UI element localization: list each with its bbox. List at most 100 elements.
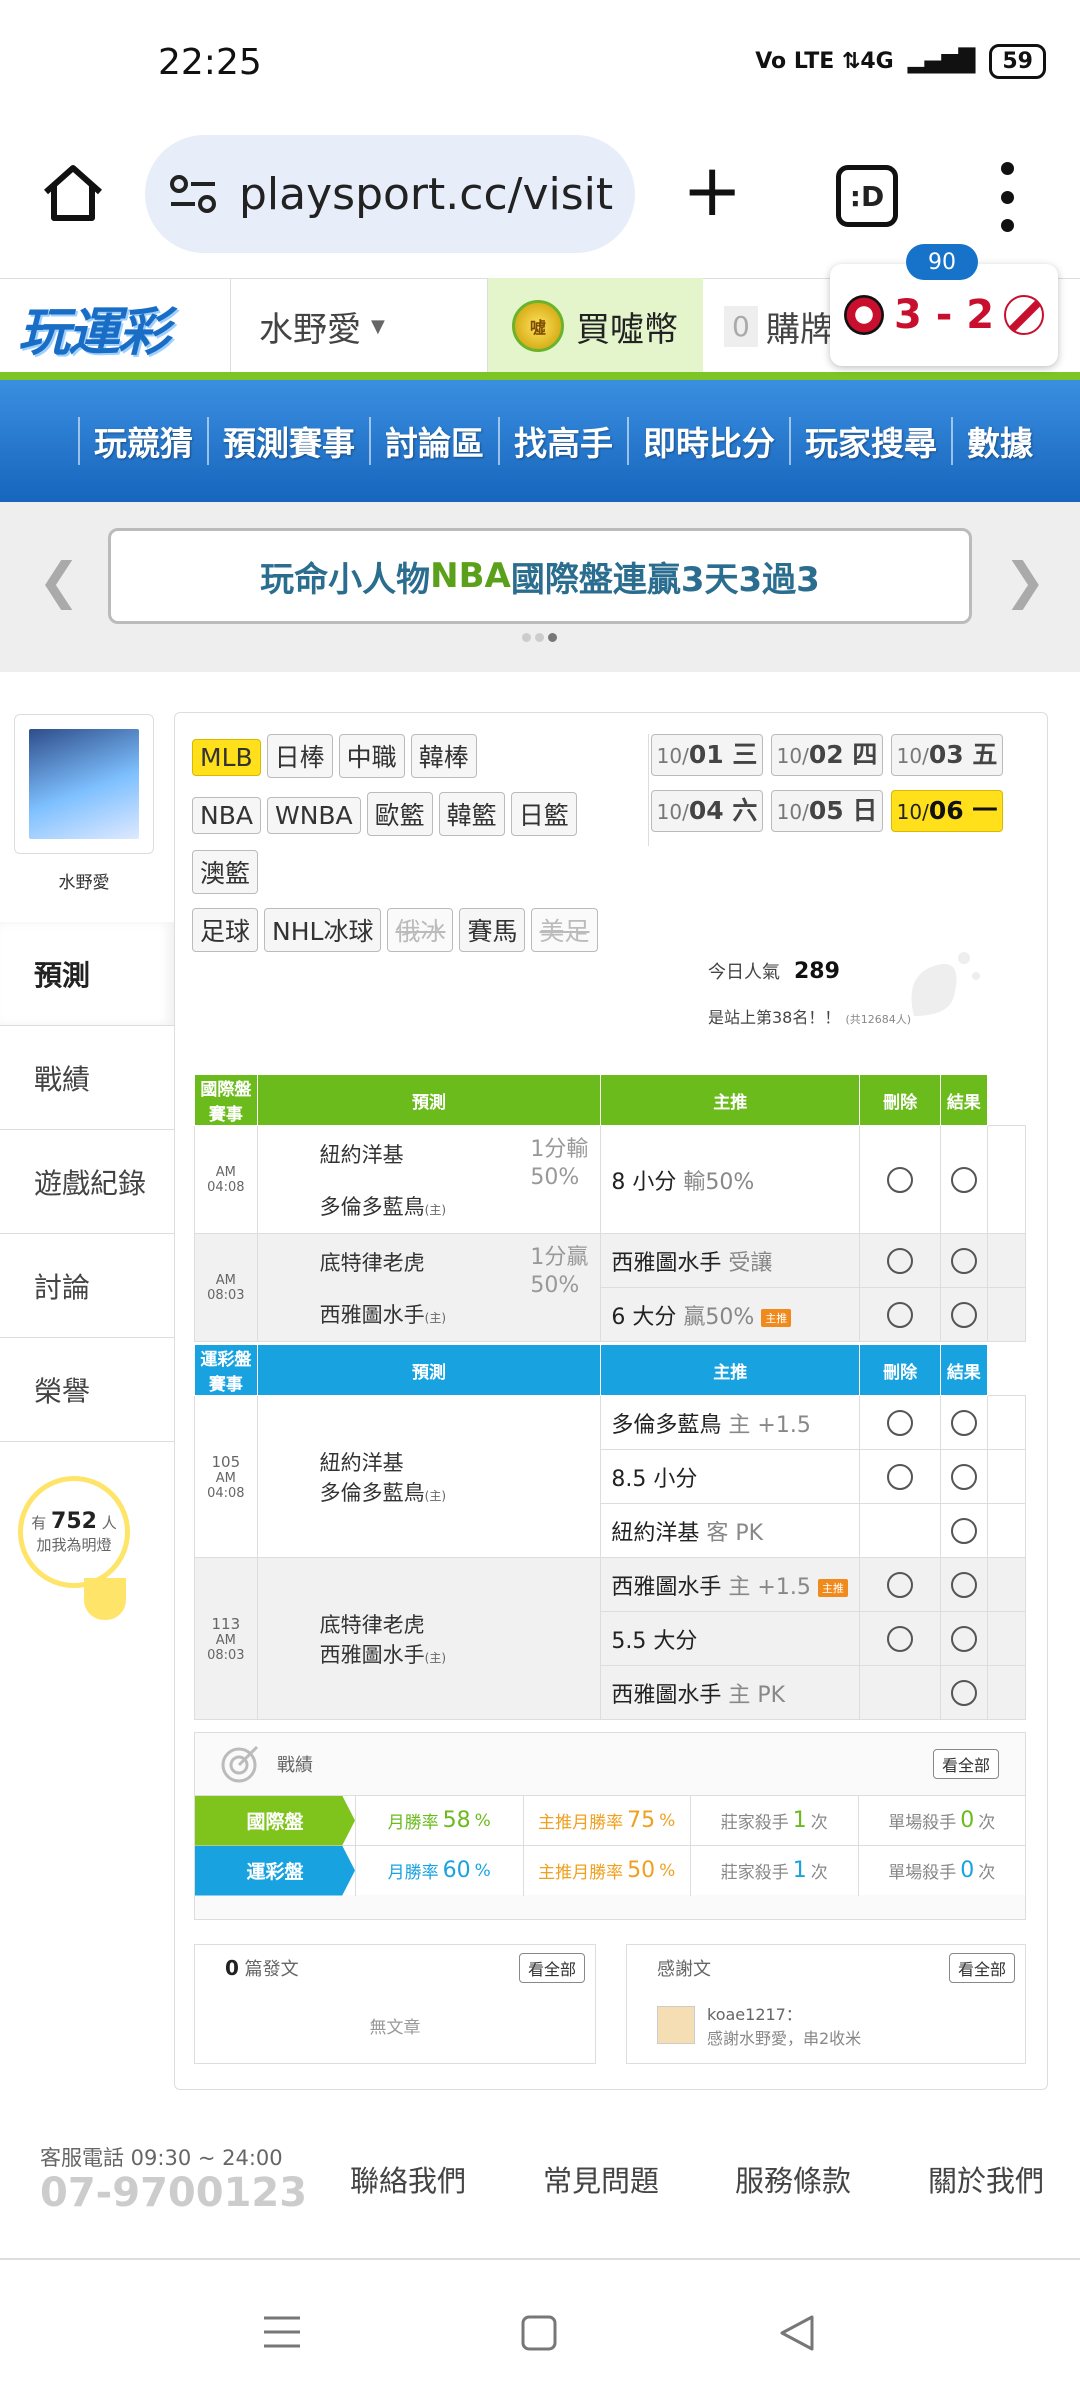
- prediction-sub: 主 +1.5: [728, 1574, 811, 1600]
- date-chip[interactable]: 10/05 日: [771, 790, 883, 832]
- prediction-cell: 8.5 小分: [600, 1449, 861, 1504]
- promo-banner[interactable]: 玩命小人物 NBA 國際盤連贏3天3過3: [108, 528, 972, 624]
- radio-button[interactable]: [950, 1625, 977, 1652]
- carousel-dot[interactable]: [522, 633, 531, 642]
- nav-item-2[interactable]: 討論區: [369, 417, 498, 465]
- footer-link-contact[interactable]: 聯絡我們: [350, 2158, 466, 2200]
- record-row: 運彩盤 月勝率 60% 主推月勝率 50% 莊家殺手 1 次 單場殺手 0 次: [195, 1845, 1025, 1896]
- chevron-left-icon[interactable]: ❮: [38, 552, 80, 610]
- more-menu-icon[interactable]: [992, 162, 1022, 232]
- sport-chip[interactable]: 美足: [531, 908, 598, 952]
- avatar[interactable]: [14, 714, 154, 854]
- footer-link-faq[interactable]: 常見問題: [543, 2158, 659, 2200]
- radio-button[interactable]: [950, 1409, 977, 1436]
- nav-item-5[interactable]: 玩家搜尋: [789, 417, 951, 465]
- radio-button[interactable]: [950, 1517, 977, 1544]
- record-see-all-button[interactable]: 看全部: [932, 1749, 999, 1779]
- sport-chip[interactable]: 歐籃: [366, 792, 433, 836]
- radio-button[interactable]: [950, 1247, 977, 1274]
- fans-count: 752: [51, 1509, 97, 1534]
- date-chip[interactable]: 10/06 一: [891, 790, 1003, 832]
- posts-see-all-button[interactable]: 看全部: [518, 1953, 585, 1983]
- date-chip[interactable]: 10/04 六: [651, 790, 763, 832]
- table-header: 結果: [940, 1344, 988, 1396]
- nav-item-0[interactable]: 玩競猜: [78, 417, 207, 465]
- stat-value: 1: [792, 1858, 807, 1883]
- prediction-sub: 受讓: [728, 1250, 773, 1276]
- site-logo[interactable]: 玩運彩: [18, 290, 218, 363]
- sport-chip[interactable]: NHL冰球: [264, 908, 382, 952]
- sport-chip[interactable]: 俄冰: [387, 908, 454, 952]
- user-name: 水野愛: [259, 309, 361, 350]
- rank-text: 是站上第38名！！ (共12684人): [708, 1004, 911, 1028]
- nav-item-6[interactable]: 數據: [951, 417, 1047, 465]
- radio-button[interactable]: [887, 1571, 914, 1598]
- new-tab-icon[interactable]: +: [682, 154, 742, 226]
- main-pick-cell: [859, 1557, 942, 1612]
- radio-button[interactable]: [950, 1679, 977, 1706]
- recent-apps-icon[interactable]: [262, 2314, 302, 2350]
- carousel-dot[interactable]: [535, 633, 544, 642]
- prediction-cell: 西雅圖水手 主 +1.5 主推: [600, 1557, 861, 1612]
- phone-number[interactable]: 07-9700123: [40, 2170, 307, 2216]
- radio-button[interactable]: [950, 1166, 977, 1193]
- sport-chip[interactable]: 澳籃: [192, 850, 259, 894]
- url-bar[interactable]: playsport.cc/visit: [145, 135, 635, 253]
- nav-item-3[interactable]: 找高手: [498, 417, 627, 465]
- nav-item-1[interactable]: 預測賽事: [207, 417, 369, 465]
- sport-chip[interactable]: NBA: [192, 797, 261, 834]
- date-chip[interactable]: 10/03 五: [891, 734, 1003, 776]
- home-nav-icon[interactable]: [520, 2314, 558, 2352]
- side-menu-item-2[interactable]: 遊戲紀錄: [0, 1130, 174, 1234]
- nav-item-4[interactable]: 即時比分: [627, 417, 789, 465]
- sport-chip[interactable]: 賽馬: [459, 908, 526, 952]
- side-menu-item-4[interactable]: 榮譽: [0, 1338, 174, 1442]
- sport-chip[interactable]: 韓籃: [438, 792, 505, 836]
- sport-chip[interactable]: 日籃: [510, 792, 577, 836]
- radio-button[interactable]: [887, 1463, 914, 1490]
- radio-button[interactable]: [950, 1463, 977, 1490]
- result-cell: [986, 1287, 1027, 1342]
- delete-cell: [940, 1287, 988, 1342]
- sport-chip[interactable]: WNBA: [266, 797, 361, 834]
- date-chip[interactable]: 10/02 四: [771, 734, 883, 776]
- carousel-dot[interactable]: [548, 633, 557, 642]
- sport-chip[interactable]: 足球: [192, 908, 259, 952]
- buy-coin-button[interactable]: 噓 買噓幣: [488, 278, 703, 374]
- side-menu-item-1[interactable]: 戰績: [0, 1026, 174, 1130]
- home-icon[interactable]: [40, 160, 106, 226]
- user-menu[interactable]: 水野愛 ▼: [230, 278, 488, 374]
- main-pick-badge: 主推: [761, 1308, 792, 1327]
- footer-link-terms[interactable]: 服務條款: [735, 2158, 851, 2200]
- footer-link-about[interactable]: 關於我們: [928, 2158, 1044, 2200]
- table-row: AM 04:08 紐約洋基 多倫多藍鳥(主) 1分輸 50% 8 小分 輸50%: [194, 1125, 1027, 1234]
- main-pick-cell: [859, 1233, 942, 1288]
- radio-button[interactable]: [887, 1247, 914, 1274]
- chevron-right-icon[interactable]: ❯: [1004, 552, 1046, 610]
- sport-chip[interactable]: 日棒: [266, 734, 333, 778]
- fans-badge[interactable]: 有 752 人 加我為明燈: [18, 1476, 130, 1588]
- record-box: 戰績 看全部 國際盤 月勝率 58% 主推月勝率 75% 莊家殺手 1 次 單場殺手 0 次…: [194, 1732, 1026, 1920]
- side-menu-item-3[interactable]: 討論: [0, 1234, 174, 1338]
- prediction-sub: 贏50%: [683, 1304, 755, 1330]
- tabs-button[interactable]: :D: [836, 165, 898, 227]
- radio-button[interactable]: [950, 1571, 977, 1598]
- thanks-see-all-button[interactable]: 看全部: [948, 1953, 1015, 1983]
- sport-chip[interactable]: MLB: [192, 739, 261, 776]
- radio-button[interactable]: [887, 1301, 914, 1328]
- stat-value: 60: [442, 1858, 471, 1883]
- game-number: 113: [211, 1614, 241, 1633]
- sport-chip[interactable]: 中職: [338, 734, 405, 778]
- radio-button[interactable]: [887, 1625, 914, 1652]
- back-icon[interactable]: [778, 2314, 816, 2352]
- site-settings-icon[interactable]: [169, 172, 217, 216]
- cart-button[interactable]: 0 購牌: [710, 278, 840, 374]
- prediction-cell: 紐約洋基 客 PK: [600, 1503, 861, 1558]
- radio-button[interactable]: [887, 1166, 914, 1193]
- radio-button[interactable]: [887, 1409, 914, 1436]
- side-menu-item-0[interactable]: 預測: [0, 922, 174, 1026]
- sport-chip[interactable]: 韓棒: [410, 734, 477, 778]
- date-chip[interactable]: 10/01 三: [651, 734, 763, 776]
- radio-button[interactable]: [950, 1301, 977, 1328]
- thanks-avatar: [657, 2006, 695, 2044]
